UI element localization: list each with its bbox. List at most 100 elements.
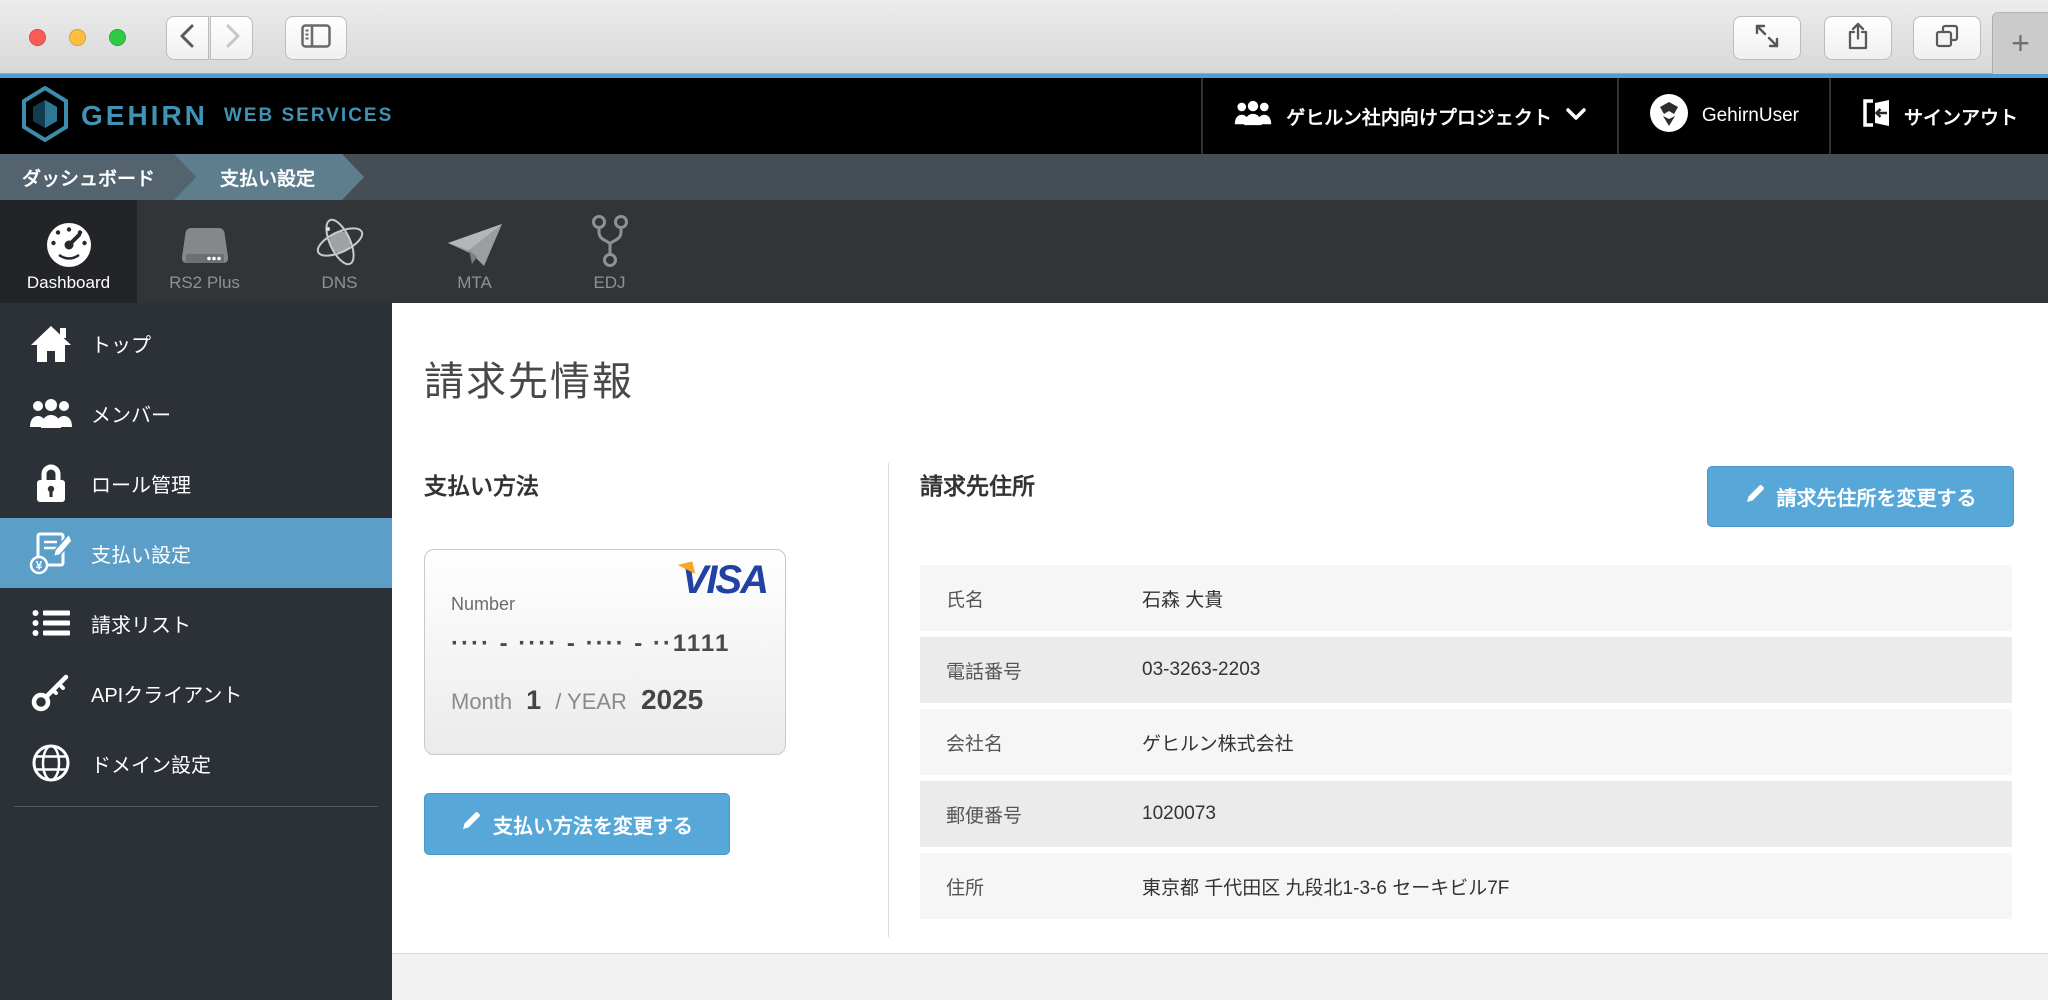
browser-toolbar: + bbox=[0, 0, 2048, 74]
sidebar-item-top[interactable]: トップ bbox=[0, 308, 392, 378]
table-row-name: 氏名 石森 大貴 bbox=[920, 565, 2012, 631]
page-title: 請求先情報 bbox=[424, 360, 634, 404]
chevron-down-icon bbox=[1565, 105, 1587, 127]
credit-card-summary: Number VISA ···· - ···· - ···· - ··1111 … bbox=[424, 549, 786, 755]
nav-label: Dashboard bbox=[26, 273, 111, 292]
card-expiry: Month 1 / YEAR 2025 bbox=[451, 684, 703, 716]
user-menu[interactable]: GehirnUser bbox=[1616, 78, 1829, 154]
show-tabs-button[interactable] bbox=[1913, 16, 1981, 60]
payment-method-heading: 支払い方法 bbox=[424, 473, 539, 499]
home-icon bbox=[28, 324, 74, 362]
nav-item-rs2-plus[interactable]: RS2 Plus bbox=[137, 200, 272, 303]
brand-suffix: WEB SERVICES bbox=[223, 105, 394, 126]
project-selector[interactable]: ゲヒルン社内向けプロジェクト bbox=[1201, 78, 1617, 154]
gehirn-logo[interactable]: GEHIRN WEB SERVICES bbox=[22, 85, 394, 147]
table-row-address: 住所 東京都 千代田区 九段北1-3-6 セーキビル7F bbox=[920, 853, 2012, 919]
key-icon bbox=[28, 673, 74, 713]
plus-icon: + bbox=[2011, 25, 2030, 61]
lock-icon bbox=[28, 463, 74, 503]
header-right: ゲヒルン社内向けプロジェクト GehirnUser サインアウト bbox=[1201, 78, 2048, 154]
breadcrumb: ダッシュボード 支払い設定 bbox=[0, 154, 2048, 200]
nav-label: RS2 Plus bbox=[169, 273, 240, 292]
atom-icon bbox=[314, 216, 366, 268]
project-selector-label: ゲヒルン社内向けプロジェクト bbox=[1286, 107, 1552, 129]
user-name: GehirnUser bbox=[1701, 105, 1799, 126]
nav-label: MTA bbox=[457, 273, 492, 292]
card-masked-number: ···· - ···· - ···· - ··1111 bbox=[451, 630, 731, 657]
nav-label: DNS bbox=[321, 273, 358, 292]
nav-item-dns[interactable]: DNS bbox=[272, 200, 407, 303]
row-value: ゲヒルン株式会社 bbox=[1142, 733, 1294, 755]
browser-back-button[interactable] bbox=[166, 16, 209, 60]
avatar bbox=[1649, 93, 1689, 139]
product-nav: Dashboard RS2 Plus DNS MTA EDJ bbox=[0, 200, 2048, 303]
change-billing-address-button[interactable]: 請求先住所を変更する bbox=[1707, 466, 2014, 527]
list-icon bbox=[28, 608, 74, 638]
sidebar-item-payment-settings[interactable]: ¥ 支払い設定 bbox=[0, 518, 392, 588]
row-label: 会社名 bbox=[946, 733, 1004, 755]
screen: + GEHIRN WEB SERVICES ゲヒルン社内向けプロジェクト Geh… bbox=[0, 0, 2048, 1000]
column-divider bbox=[888, 463, 889, 937]
sidebar-item-label: ドメイン設定 bbox=[91, 754, 211, 777]
nav-item-edj[interactable]: EDJ bbox=[542, 200, 677, 303]
back-chevron-icon bbox=[177, 23, 199, 54]
nav-item-mta[interactable]: MTA bbox=[407, 200, 542, 303]
card-number-label: Number bbox=[451, 594, 516, 614]
table-row-phone: 電話番号 03-3263-2203 bbox=[920, 637, 2012, 703]
row-label: 住所 bbox=[946, 877, 985, 899]
sidebar-item-invoice-list[interactable]: 請求リスト bbox=[0, 588, 392, 658]
change-payment-method-button[interactable]: 支払い方法を変更する bbox=[424, 793, 730, 855]
fullscreen-button[interactable] bbox=[1733, 16, 1801, 60]
app-header: GEHIRN WEB SERVICES ゲヒルン社内向けプロジェクト Gehir… bbox=[0, 74, 2048, 154]
signout-label: サインアウト bbox=[1903, 107, 2018, 129]
row-label: 郵便番号 bbox=[946, 805, 1023, 827]
tabs-overview-icon bbox=[1934, 23, 1960, 54]
traffic-lights bbox=[29, 29, 126, 46]
table-row-company: 会社名 ゲヒルン株式会社 bbox=[920, 709, 2012, 775]
server-icon bbox=[179, 216, 231, 268]
gauge-icon bbox=[46, 216, 92, 268]
payment-icon: ¥ bbox=[28, 531, 74, 575]
button-label: 支払い方法を変更する bbox=[493, 815, 693, 838]
close-window-button[interactable] bbox=[29, 29, 46, 46]
sidebar-item-label: 請求リスト bbox=[91, 614, 191, 637]
pencil-icon bbox=[1745, 484, 1765, 510]
share-button[interactable] bbox=[1824, 16, 1892, 60]
row-value: 東京都 千代田区 九段北1-3-6 セーキビル7F bbox=[1142, 877, 1510, 899]
month-label: Month bbox=[451, 689, 513, 714]
row-value: 1020073 bbox=[1142, 803, 1216, 824]
pencil-icon bbox=[461, 811, 481, 837]
sidebar-toggle-button[interactable] bbox=[285, 16, 347, 60]
year-value: 2025 bbox=[640, 684, 704, 715]
breadcrumb-payment-settings[interactable]: 支払い設定 bbox=[174, 154, 364, 200]
row-label: 電話番号 bbox=[946, 661, 1023, 683]
sidebar-panel-icon bbox=[301, 23, 331, 53]
sidebar-divider bbox=[14, 806, 378, 807]
sidebar-item-members[interactable]: メンバー bbox=[0, 378, 392, 448]
signout-button[interactable]: サインアウト bbox=[1828, 78, 2048, 154]
branch-icon bbox=[590, 215, 630, 268]
sidebar-item-roles[interactable]: ロール管理 bbox=[0, 448, 392, 518]
browser-forward-button[interactable] bbox=[210, 16, 253, 60]
expand-arrows-icon bbox=[1754, 23, 1780, 54]
signout-icon bbox=[1861, 98, 1891, 134]
members-icon bbox=[28, 398, 74, 428]
minimize-window-button[interactable] bbox=[69, 29, 86, 46]
sidebar-item-api-clients[interactable]: APIクライアント bbox=[0, 658, 392, 728]
people-icon bbox=[1233, 100, 1273, 132]
zoom-window-button[interactable] bbox=[109, 29, 126, 46]
forward-chevron-icon bbox=[221, 23, 243, 54]
breadcrumb-dashboard[interactable]: ダッシュボード bbox=[0, 154, 196, 200]
new-tab-button[interactable]: + bbox=[1992, 12, 2048, 74]
month-value: 1 bbox=[526, 685, 542, 715]
sidebar-item-label: メンバー bbox=[91, 404, 171, 427]
hexagon-logo-icon bbox=[22, 85, 68, 147]
year-separator: / YEAR bbox=[555, 689, 627, 714]
sidebar-item-label: APIクライアント bbox=[91, 684, 243, 707]
nav-item-dashboard[interactable]: Dashboard bbox=[0, 200, 137, 303]
sidebar-item-domain-settings[interactable]: ドメイン設定 bbox=[0, 728, 392, 798]
billing-address-table: 氏名 石森 大貴 電話番号 03-3263-2203 会社名 ゲヒルン株式会社 … bbox=[920, 565, 2012, 925]
nav-label: EDJ bbox=[593, 273, 626, 292]
footer-band bbox=[392, 953, 2048, 1000]
row-label: 氏名 bbox=[946, 589, 985, 611]
